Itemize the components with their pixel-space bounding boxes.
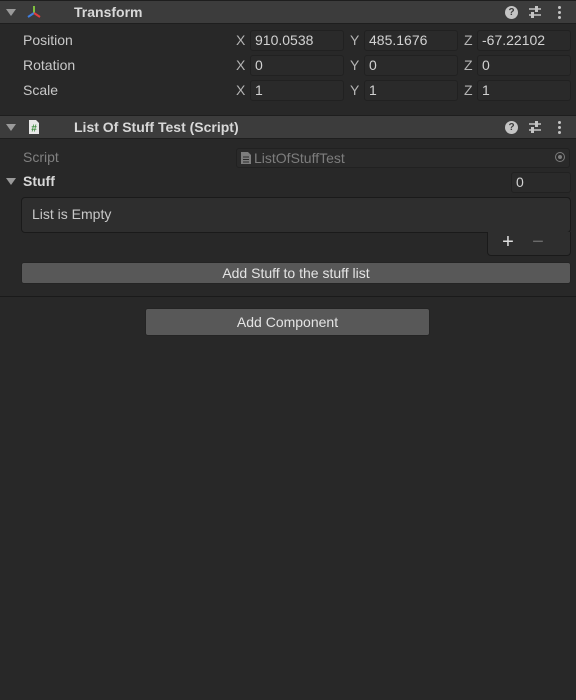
script-component-title: List Of Stuff Test (Script) (74, 119, 239, 135)
scale-x-field[interactable]: 1 (250, 80, 344, 101)
remove-element-button[interactable]: − (524, 232, 552, 254)
kebab-menu-icon[interactable] (555, 120, 563, 134)
position-z-field[interactable]: -67.22102 (477, 30, 571, 51)
scale-row: Scale X 1 Y 1 Z 1 (0, 79, 576, 103)
stuff-list-box: List is Empty (21, 197, 571, 233)
transform-title: Transform (74, 4, 143, 20)
y-axis-label[interactable]: Y (350, 57, 359, 73)
x-axis-label[interactable]: X (236, 82, 245, 98)
z-axis-label[interactable]: Z (464, 32, 473, 48)
position-x-field[interactable]: 910.0538 (250, 30, 344, 51)
add-element-button[interactable]: + (494, 232, 522, 254)
script-label: Script (23, 149, 59, 165)
scale-y-field[interactable]: 1 (364, 80, 458, 101)
x-axis-label[interactable]: X (236, 57, 245, 73)
scale-z-field[interactable]: 1 (477, 80, 571, 101)
z-axis-label[interactable]: Z (464, 82, 473, 98)
presets-icon[interactable] (528, 120, 542, 134)
component-separator (0, 296, 576, 297)
transform-header[interactable]: Transform ? (0, 0, 576, 24)
object-picker-icon[interactable] (555, 152, 565, 162)
scale-label: Scale (23, 82, 59, 98)
y-axis-label[interactable]: Y (350, 32, 359, 48)
script-object-field: ListOfStuffTest (236, 148, 570, 168)
stuff-list-label[interactable]: Stuff (23, 173, 55, 189)
help-icon[interactable]: ? (505, 121, 518, 134)
position-label: Position (23, 32, 73, 48)
y-axis-label[interactable]: Y (350, 82, 359, 98)
script-file-icon (241, 152, 251, 164)
csharp-script-icon: # (29, 120, 39, 135)
kebab-menu-icon[interactable] (555, 5, 563, 19)
script-object-value: ListOfStuffTest (254, 150, 345, 166)
stuff-list-size-field[interactable]: 0 (511, 172, 571, 193)
rotation-label: Rotation (23, 57, 76, 73)
foldout-arrow-icon[interactable] (6, 9, 16, 16)
position-row: Position X 910.0538 Y 485.1676 Z -67.221… (0, 29, 576, 53)
list-footer: + − (487, 232, 571, 256)
rotation-z-field[interactable]: 0 (477, 55, 571, 76)
stuff-foldout-arrow-icon[interactable] (6, 178, 16, 185)
rotation-x-field[interactable]: 0 (250, 55, 344, 76)
svg-text:#: # (31, 124, 37, 135)
help-icon[interactable]: ? (505, 6, 518, 19)
x-axis-label[interactable]: X (236, 32, 245, 48)
presets-icon[interactable] (528, 5, 542, 19)
transform-axes-icon (27, 6, 41, 18)
add-component-button[interactable]: Add Component (145, 308, 430, 336)
rotation-row: Rotation X 0 Y 0 Z 0 (0, 54, 576, 78)
script-component-header[interactable]: # List Of Stuff Test (Script) ? (0, 115, 576, 139)
foldout-arrow-icon[interactable] (6, 124, 16, 131)
position-y-field[interactable]: 485.1676 (364, 30, 458, 51)
list-empty-text: List is Empty (32, 206, 112, 222)
rotation-y-field[interactable]: 0 (364, 55, 458, 76)
inspector-panel: Transform ? Position X 910.0538 Y 485.16… (0, 0, 576, 700)
add-stuff-button[interactable]: Add Stuff to the stuff list (21, 262, 571, 284)
z-axis-label[interactable]: Z (464, 57, 473, 73)
